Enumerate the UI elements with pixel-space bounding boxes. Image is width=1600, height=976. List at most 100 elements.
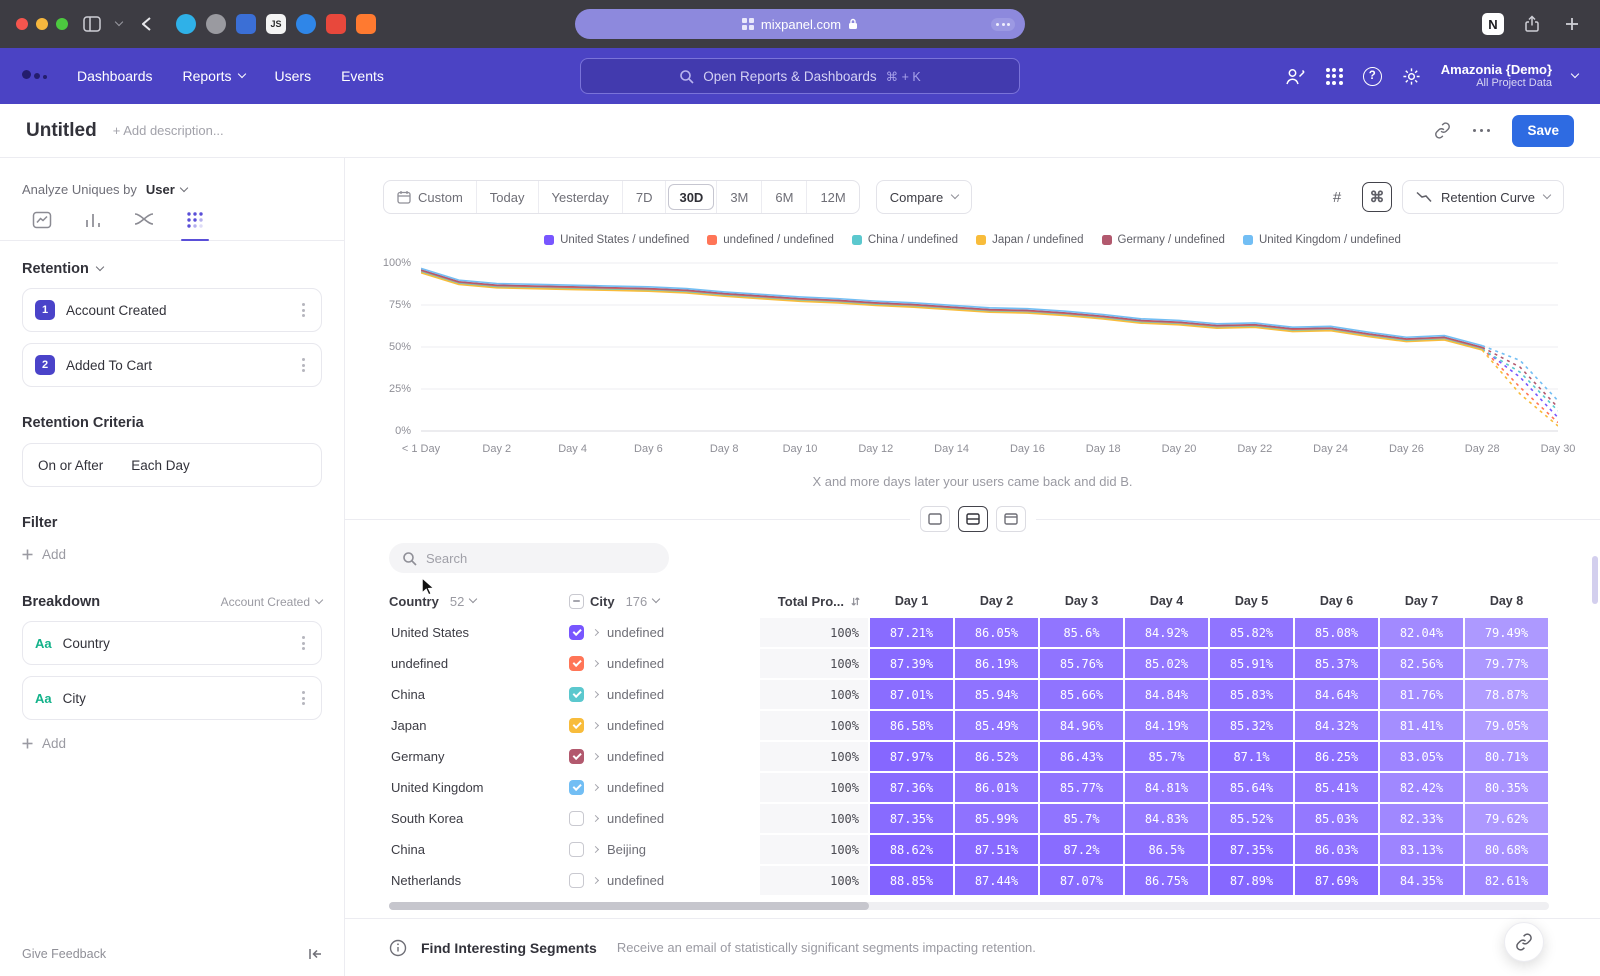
legend-item[interactable]: Japan / undefined bbox=[976, 234, 1083, 246]
row-checkbox[interactable] bbox=[569, 842, 584, 857]
row-checkbox[interactable] bbox=[569, 749, 584, 764]
more-options-icon[interactable] bbox=[298, 687, 309, 709]
breakdown-item-country[interactable]: AaCountry bbox=[22, 621, 322, 665]
give-feedback-link[interactable]: Give Feedback bbox=[22, 947, 106, 961]
extension-icon-3[interactable] bbox=[236, 14, 256, 34]
date-range-30d[interactable]: 30D bbox=[666, 181, 717, 213]
add-filter-button[interactable]: Add bbox=[22, 547, 66, 562]
row-checkbox[interactable] bbox=[569, 780, 584, 795]
table-row[interactable]: Netherlandsundefined100%88.85%87.44%87.0… bbox=[389, 865, 1549, 896]
add-description-field[interactable]: + Add description... bbox=[113, 123, 224, 138]
share-icon[interactable] bbox=[1520, 12, 1544, 36]
extension-icon-7[interactable] bbox=[356, 14, 376, 34]
mixpanel-logo[interactable] bbox=[22, 70, 47, 83]
more-options-icon[interactable] bbox=[298, 632, 309, 654]
retention-step-1[interactable]: 1Account Created bbox=[22, 288, 322, 332]
legend-item[interactable]: China / undefined bbox=[852, 234, 958, 246]
expand-chevron-icon[interactable] bbox=[592, 815, 599, 822]
expand-chevron-icon[interactable] bbox=[592, 691, 599, 698]
scrollbar-thumb[interactable] bbox=[389, 902, 869, 910]
expand-chevron-icon[interactable] bbox=[592, 877, 599, 884]
chevron-down-icon[interactable] bbox=[115, 18, 123, 26]
row-checkbox[interactable] bbox=[569, 687, 584, 702]
more-options-icon[interactable] bbox=[298, 354, 309, 376]
page-title[interactable]: Untitled bbox=[26, 120, 97, 142]
breakdown-context-select[interactable]: Account Created bbox=[221, 595, 322, 609]
global-search[interactable]: Open Reports & Dashboards ⌘ + K bbox=[580, 58, 1020, 94]
back-button[interactable] bbox=[134, 12, 158, 36]
analyze-entity-select[interactable]: User bbox=[146, 182, 175, 197]
new-tab-icon[interactable] bbox=[1560, 12, 1584, 36]
chart-only-view-button[interactable] bbox=[920, 506, 950, 532]
user-edit-icon[interactable] bbox=[1284, 67, 1306, 86]
table-row[interactable]: Germanyundefined100%87.97%86.52%86.43%85… bbox=[389, 741, 1549, 772]
apps-grid-icon[interactable] bbox=[1326, 68, 1343, 85]
chevron-down-icon[interactable] bbox=[1571, 70, 1579, 78]
save-button[interactable]: Save bbox=[1512, 115, 1574, 147]
legend-item[interactable]: Germany / undefined bbox=[1102, 234, 1225, 246]
legend-item[interactable]: United Kingdom / undefined bbox=[1243, 234, 1401, 246]
table-row[interactable]: United Statesundefined100%87.21%86.05%85… bbox=[389, 617, 1549, 648]
compare-button[interactable]: Compare bbox=[876, 180, 972, 214]
row-checkbox[interactable] bbox=[569, 718, 584, 733]
legend-item[interactable]: undefined / undefined bbox=[707, 234, 834, 246]
tab-retention[interactable] bbox=[186, 211, 204, 240]
total-column-header[interactable]: Total Pro... bbox=[759, 594, 869, 609]
retention-section-header[interactable]: Retention bbox=[22, 261, 322, 277]
expand-chevron-icon[interactable] bbox=[592, 722, 599, 729]
zoom-window-button[interactable] bbox=[56, 18, 68, 30]
more-options-icon[interactable] bbox=[298, 299, 309, 321]
expand-chevron-icon[interactable] bbox=[592, 629, 599, 636]
extension-icon-6[interactable] bbox=[326, 14, 346, 34]
city-column-header[interactable]: City176 bbox=[569, 594, 759, 609]
gear-icon[interactable] bbox=[1402, 67, 1421, 86]
help-icon[interactable]: ? bbox=[1363, 67, 1382, 86]
table-row[interactable]: Japanundefined100%86.58%85.49%84.96%84.1… bbox=[389, 710, 1549, 741]
horizontal-scrollbar[interactable] bbox=[389, 902, 1549, 910]
notion-icon[interactable]: N bbox=[1482, 13, 1504, 35]
breakdown-item-city[interactable]: AaCity bbox=[22, 676, 322, 720]
url-bar[interactable]: mixpanel.com bbox=[575, 9, 1025, 39]
tab-flows[interactable] bbox=[134, 211, 154, 240]
extension-icon-5[interactable] bbox=[296, 14, 316, 34]
minimize-window-button[interactable] bbox=[36, 18, 48, 30]
expand-chevron-icon[interactable] bbox=[592, 753, 599, 760]
expand-chevron-icon[interactable] bbox=[592, 846, 599, 853]
date-range-3m[interactable]: 3M bbox=[717, 181, 762, 213]
chart-type-select[interactable]: Retention Curve bbox=[1402, 180, 1564, 214]
tab-insights[interactable] bbox=[32, 211, 52, 240]
table-row[interactable]: South Koreaundefined100%87.35%85.99%85.7… bbox=[389, 803, 1549, 834]
browser-sidebar-toggle-icon[interactable] bbox=[80, 12, 104, 36]
project-switcher[interactable]: Amazonia {Demo} All Project Data bbox=[1441, 62, 1552, 91]
split-view-button[interactable] bbox=[958, 506, 988, 532]
table-search-input[interactable]: Search bbox=[389, 543, 669, 573]
row-checkbox[interactable] bbox=[569, 656, 584, 671]
date-range-today[interactable]: Today bbox=[477, 181, 539, 213]
retention-step-2[interactable]: 2Added To Cart bbox=[22, 343, 322, 387]
share-link-floating-button[interactable] bbox=[1504, 922, 1544, 962]
tab-funnels[interactable] bbox=[84, 211, 102, 240]
table-row[interactable]: ChinaBeijing100%88.62%87.51%87.2%86.5%87… bbox=[389, 834, 1549, 865]
criteria-on-or-after-select[interactable]: On or After bbox=[38, 458, 103, 473]
chevron-down-icon[interactable] bbox=[652, 595, 660, 603]
date-range-6m[interactable]: 6M bbox=[762, 181, 807, 213]
vertical-scrollbar-thumb[interactable] bbox=[1592, 556, 1598, 604]
url-more-icon[interactable] bbox=[991, 18, 1015, 31]
more-options-icon[interactable] bbox=[1471, 123, 1493, 139]
row-checkbox[interactable] bbox=[569, 873, 584, 888]
nav-item-dashboards[interactable]: Dashboards bbox=[77, 68, 153, 84]
chevron-down-icon[interactable] bbox=[469, 595, 477, 603]
country-column-header[interactable]: Country52 bbox=[389, 594, 569, 609]
add-breakdown-button[interactable]: Add bbox=[22, 736, 66, 751]
command-format-toggle[interactable]: ⌘ bbox=[1362, 182, 1392, 212]
nav-item-reports[interactable]: Reports bbox=[183, 68, 245, 84]
date-range-yesterday[interactable]: Yesterday bbox=[539, 181, 623, 213]
table-only-view-button[interactable] bbox=[996, 506, 1026, 532]
row-checkbox[interactable] bbox=[569, 625, 584, 640]
find-segments-link[interactable]: Find Interesting Segments bbox=[421, 940, 597, 956]
close-window-button[interactable] bbox=[16, 18, 28, 30]
criteria-each-day-select[interactable]: Each Day bbox=[131, 458, 190, 473]
table-row[interactable]: United Kingdomundefined100%87.36%86.01%8… bbox=[389, 772, 1549, 803]
chevron-down-icon[interactable] bbox=[180, 183, 188, 191]
extension-icon-1[interactable] bbox=[176, 14, 196, 34]
